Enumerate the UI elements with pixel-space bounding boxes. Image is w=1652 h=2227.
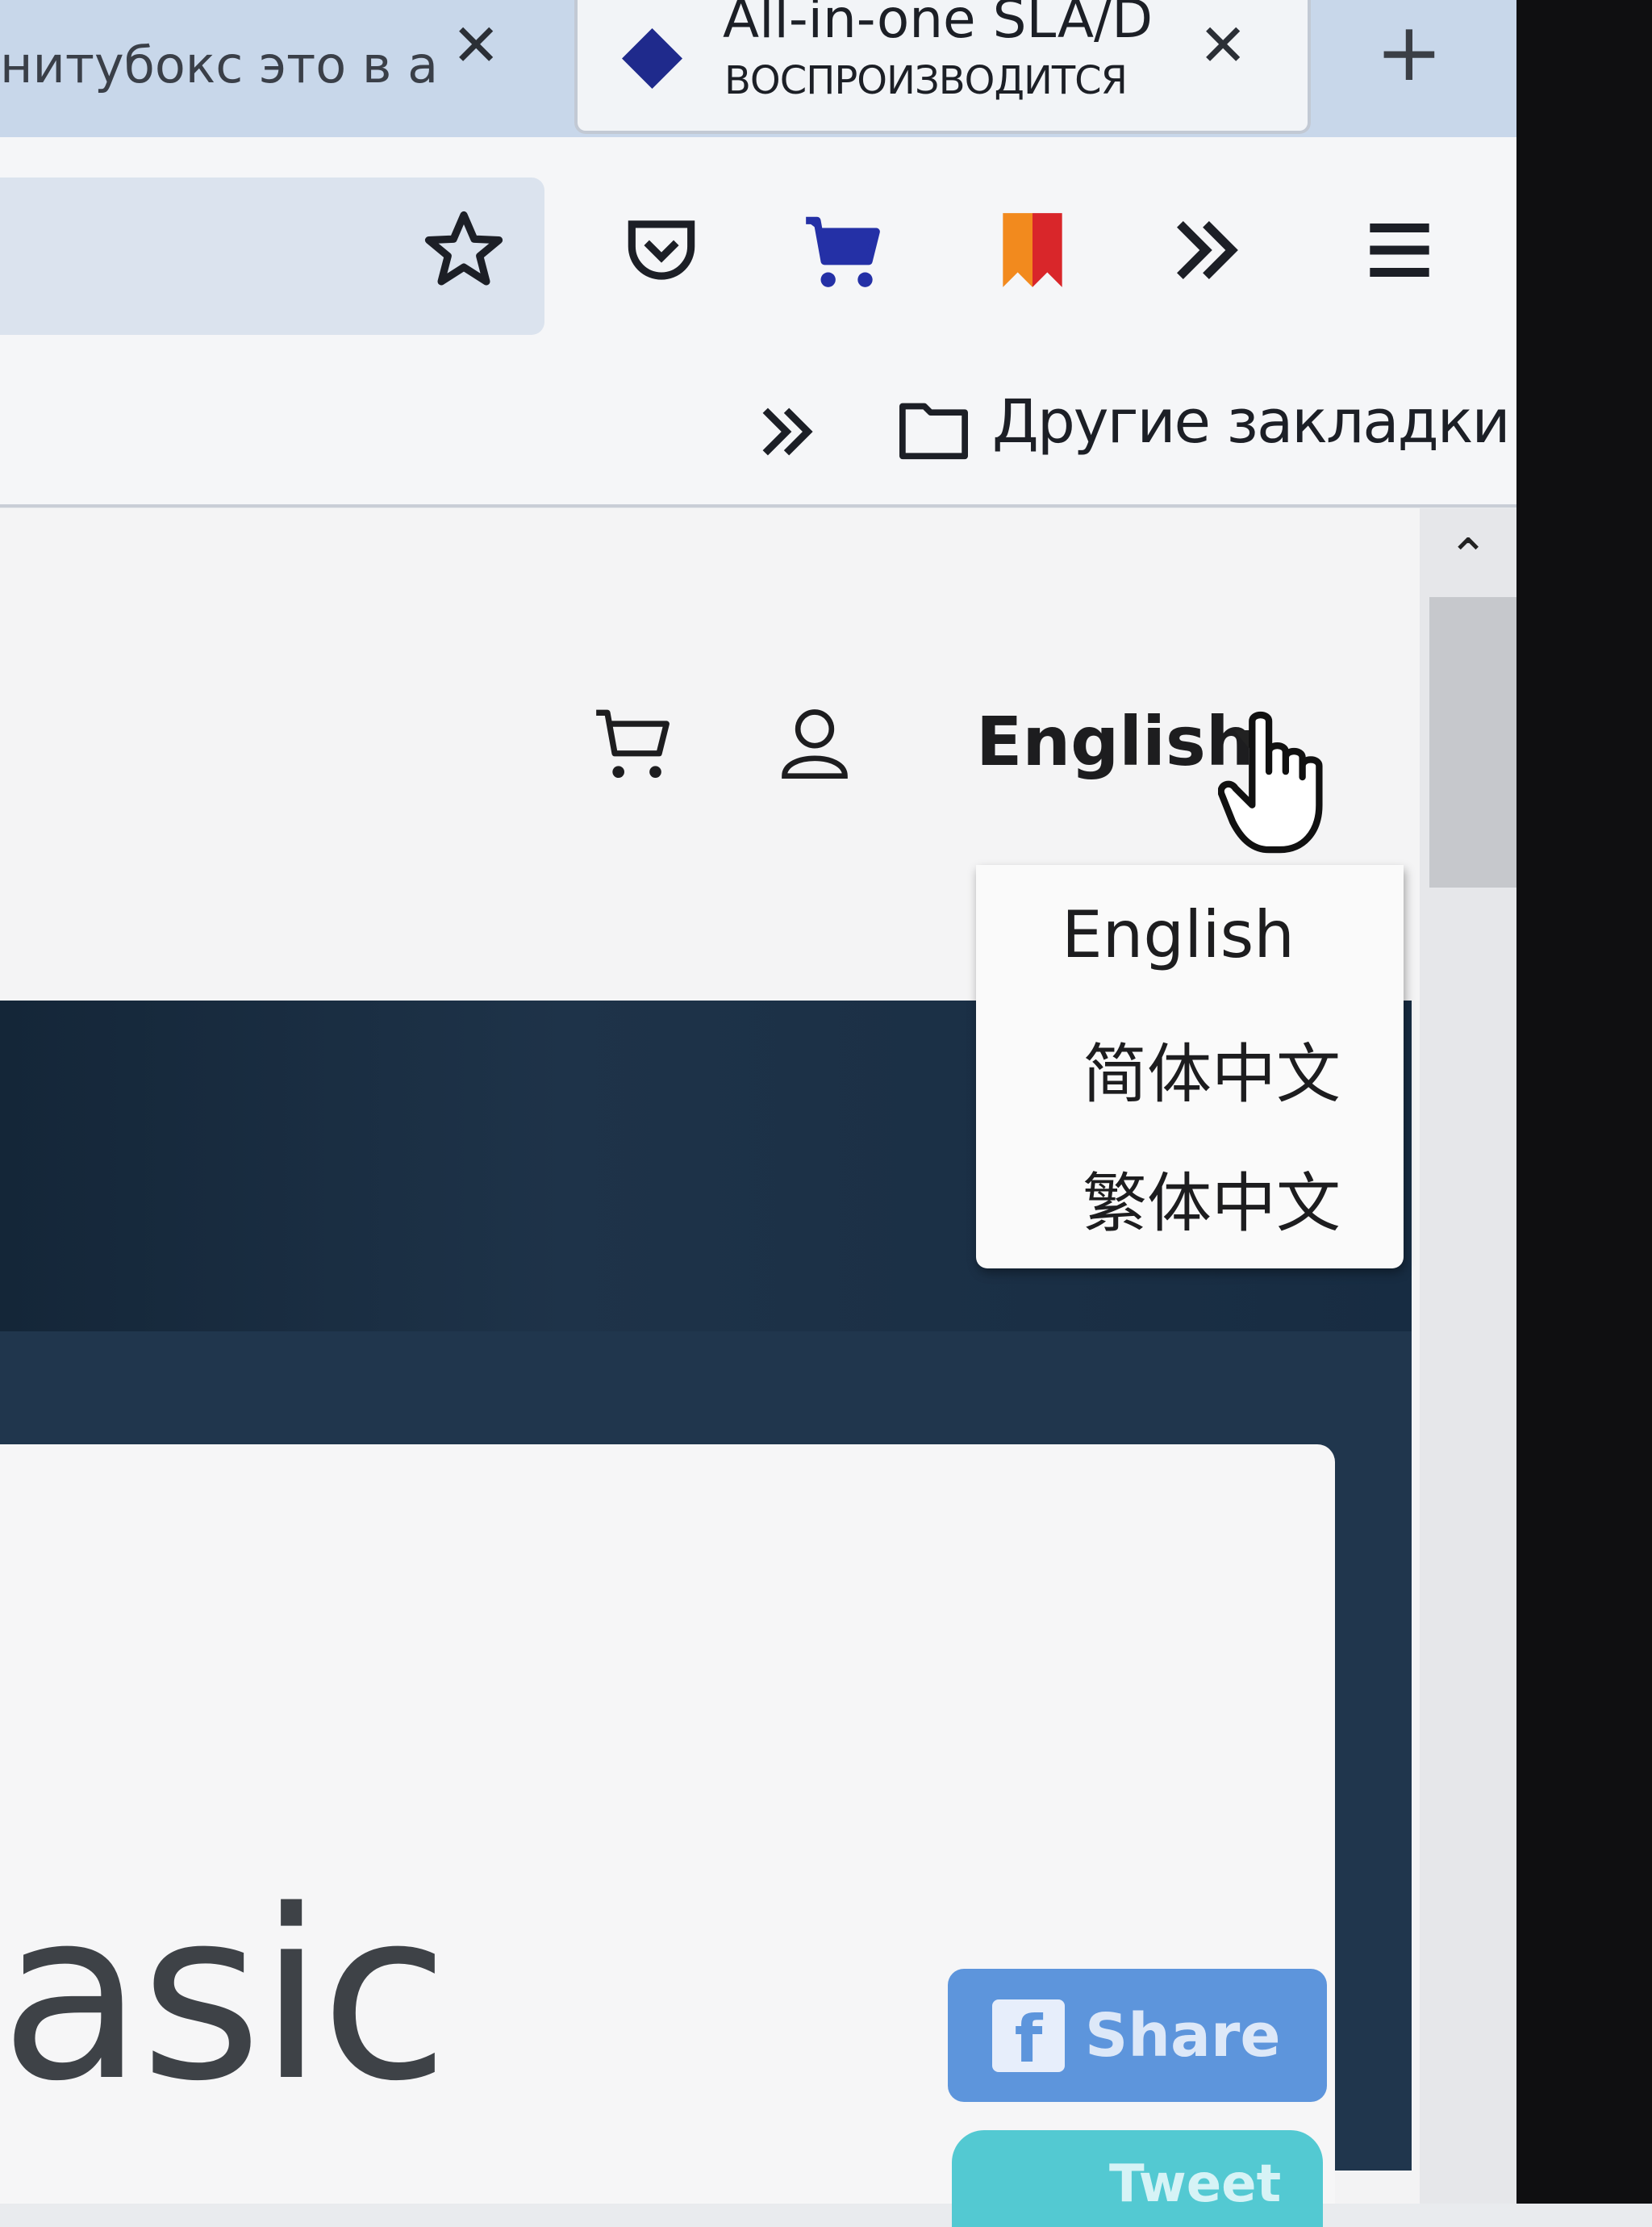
language-dropdown-menu: English 简体中文 繁体中文 [976,865,1404,1268]
tab-title: нитубокс это в а [0,35,439,94]
other-bookmarks-folder[interactable]: Другие закладки [992,387,1511,457]
tab-strip: нитубокс это в а ✕ All-in-one SLA/D ВОСП… [0,0,1516,137]
hamburger-menu-icon[interactable] [1355,206,1444,295]
chevron-double-right-icon[interactable] [1162,206,1250,295]
share-label: Share [1085,2000,1281,2070]
language-option-simplified-chinese[interactable]: 简体中文 [1083,1022,1341,1116]
close-icon[interactable]: ✕ [1199,16,1247,74]
bookmarks-bar: Другие закладки [0,355,1516,508]
bookmark-extension-icon[interactable] [988,206,1077,295]
bookmark-star-icon[interactable] [419,206,508,295]
browser-toolbar [0,137,1516,355]
web-page: English asic f Share Tweet English 简体中文 … [0,508,1476,2227]
facebook-icon: f [992,1999,1065,2072]
new-tab-button[interactable]: + [1375,12,1443,93]
tab-title: All-in-one SLA/D [723,0,1153,50]
close-icon[interactable]: ✕ [452,16,500,74]
diamond-favicon-icon [622,28,682,89]
chevron-double-right-icon[interactable] [750,395,823,468]
tab-nitubox[interactable]: нитубокс это в а ✕ [0,0,557,129]
scrollbar-thumb[interactable] [1429,597,1516,888]
hero-heading: asic [0,1861,449,2133]
tab-all-in-one-sla[interactable]: All-in-one SLA/D ВОСПРОИЗВОДИТСЯ ✕ [574,0,1311,134]
hand-pointer-cursor-icon [1218,711,1323,854]
cart-icon[interactable] [589,698,678,787]
user-account-icon[interactable] [774,698,855,787]
folder-icon[interactable] [895,394,972,462]
chevron-up-icon[interactable]: ⌃ [1448,529,1488,585]
facebook-share-button[interactable]: f Share [948,1969,1327,2102]
language-option-traditional-chinese[interactable]: 繁体中文 [1083,1151,1341,1245]
monitor-bezel [1516,0,1652,2204]
tab-audio-status: ВОСПРОИЗВОДИТСЯ [724,58,1128,103]
pocket-icon[interactable] [617,206,706,295]
tweet-label: Tweet [1109,2154,1282,2214]
cart-extension-icon[interactable] [799,206,887,295]
language-option-english[interactable]: English [1062,897,1295,972]
language-selector[interactable]: English [976,702,1254,781]
